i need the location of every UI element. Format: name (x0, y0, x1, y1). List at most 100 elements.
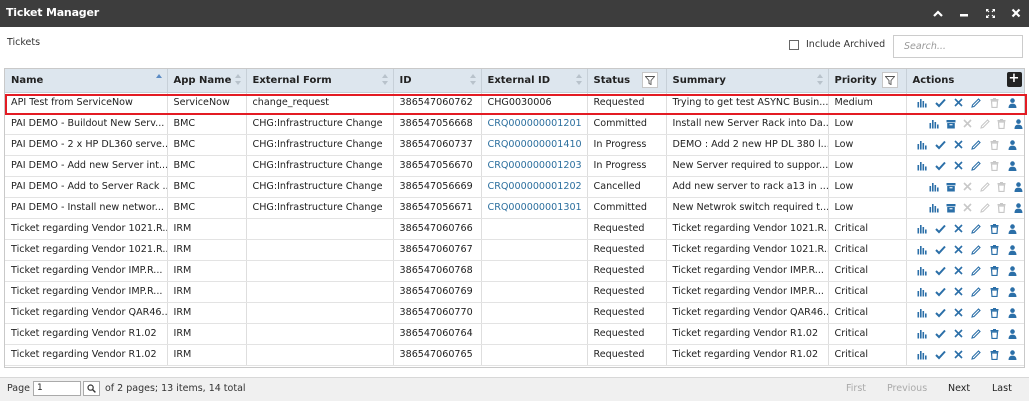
collapse-up-icon[interactable] (931, 6, 945, 20)
reject-icon[interactable] (951, 285, 966, 299)
external-id-link[interactable]: CRQ000000001410 (488, 139, 582, 150)
column-header-summary[interactable]: Summary (666, 69, 829, 93)
check-icon[interactable] (933, 306, 948, 320)
assign-user-icon[interactable] (1012, 201, 1025, 215)
bar-chart-icon[interactable] (915, 306, 930, 320)
assign-user-icon[interactable] (1005, 285, 1020, 299)
table-row[interactable]: PAI DEMO - Buildout New Serv... BMC CHG:In… (5, 113, 1025, 135)
bar-chart-icon[interactable] (915, 138, 930, 152)
include-archived-toggle[interactable]: Include Archived (789, 39, 885, 50)
column-header-external-form[interactable]: External Form (246, 69, 394, 93)
trash-icon[interactable] (987, 327, 1002, 341)
bar-chart-icon[interactable] (915, 243, 930, 257)
table-row[interactable]: PAI DEMO - Add to Server Rack ... BMC CHG:… (5, 176, 1025, 198)
table-row[interactable]: Ticket regarding Vendor IMP.R... IRM 38654… (5, 281, 1024, 303)
minimize-icon[interactable] (957, 6, 971, 20)
reject-icon[interactable] (951, 159, 966, 173)
assign-user-icon[interactable] (1005, 327, 1020, 341)
column-header-app-name[interactable]: App Name (167, 69, 247, 93)
table-row[interactable]: PAI DEMO - Install new networ... BMC CHG:I… (5, 197, 1025, 219)
first-page-link[interactable]: First (846, 383, 866, 394)
next-page-link[interactable]: Next (948, 383, 970, 394)
status-filter-icon[interactable] (641, 72, 658, 88)
assign-user-icon[interactable] (1005, 306, 1020, 320)
bar-chart-icon[interactable] (915, 159, 930, 173)
assign-user-icon[interactable] (1005, 243, 1020, 257)
cell-external-id[interactable]: CRQ000000001203 (481, 155, 588, 177)
bar-chart-icon[interactable] (915, 348, 930, 362)
previous-page-link[interactable]: Previous (887, 383, 927, 394)
archive-icon[interactable] (944, 117, 958, 131)
external-id-link[interactable]: CRQ000000001301 (488, 202, 582, 213)
edit-pencil-icon[interactable] (969, 264, 984, 278)
assign-user-icon[interactable] (1005, 222, 1020, 236)
table-row[interactable]: PAI DEMO - Add new Server int... BMC CHG:I… (5, 155, 1024, 177)
reject-icon[interactable] (951, 264, 966, 278)
edit-pencil-icon[interactable] (969, 327, 984, 341)
edit-pencil-icon[interactable] (969, 243, 984, 257)
check-icon[interactable] (933, 96, 948, 110)
column-header-id[interactable]: ID (393, 69, 482, 93)
cell-external-id[interactable]: CRQ000000001202 (481, 176, 588, 198)
cell-external-id[interactable]: CRQ000000001410 (481, 134, 588, 156)
edit-pencil-icon[interactable] (969, 96, 984, 110)
reject-icon[interactable] (951, 96, 966, 110)
add-ticket-button[interactable]: + (1006, 72, 1022, 87)
trash-icon[interactable] (987, 243, 1002, 257)
check-icon[interactable] (933, 327, 948, 341)
assign-user-icon[interactable] (1005, 96, 1020, 110)
assign-user-icon[interactable] (1005, 138, 1020, 152)
bar-chart-icon[interactable] (915, 222, 930, 236)
external-id-link[interactable]: CRQ000000001202 (488, 181, 582, 192)
bar-chart-icon[interactable] (915, 285, 930, 299)
assign-user-icon[interactable] (1005, 348, 1020, 362)
cell-external-id[interactable]: CRQ000000001201 (481, 113, 588, 135)
close-icon[interactable] (1009, 6, 1023, 20)
table-row[interactable]: Ticket regarding Vendor 1021.R... IRM 3865… (5, 218, 1024, 240)
trash-icon[interactable] (987, 264, 1002, 278)
go-to-page-search-icon[interactable] (83, 381, 100, 396)
column-header-status[interactable]: Status (587, 69, 667, 93)
table-row[interactable]: PAI DEMO - 2 x HP DL360 serve... BMC CHG:I… (5, 134, 1024, 156)
external-id-link[interactable]: CRQ000000001201 (488, 118, 582, 129)
assign-user-icon[interactable] (1005, 264, 1020, 278)
trash-icon[interactable] (987, 222, 1002, 236)
reject-icon[interactable] (951, 222, 966, 236)
table-row[interactable]: Ticket regarding Vendor 1021.R... IRM 3865… (5, 239, 1024, 261)
bar-chart-icon[interactable] (927, 180, 941, 194)
reject-icon[interactable] (951, 306, 966, 320)
expand-icon[interactable] (983, 6, 997, 20)
assign-user-icon[interactable] (1012, 180, 1025, 194)
reject-icon[interactable] (951, 327, 966, 341)
edit-pencil-icon[interactable] (969, 222, 984, 236)
archive-icon[interactable] (944, 201, 958, 215)
assign-user-icon[interactable] (1005, 159, 1020, 173)
column-header-name[interactable]: Name (5, 69, 168, 93)
table-row[interactable]: Ticket regarding Vendor IMP.R... IRM 38654… (5, 260, 1024, 282)
edit-pencil-icon[interactable] (969, 285, 984, 299)
bar-chart-icon[interactable] (927, 117, 941, 131)
archive-icon[interactable] (944, 180, 958, 194)
table-row[interactable]: Ticket regarding Vendor QAR46... IRM 38654… (5, 302, 1024, 324)
bar-chart-icon[interactable] (915, 264, 930, 278)
column-header-priority[interactable]: Priority (828, 69, 907, 93)
reject-icon[interactable] (951, 138, 966, 152)
check-icon[interactable] (933, 285, 948, 299)
check-icon[interactable] (933, 243, 948, 257)
trash-icon[interactable] (987, 285, 1002, 299)
bar-chart-icon[interactable] (927, 201, 941, 215)
check-icon[interactable] (933, 138, 948, 152)
include-archived-checkbox[interactable] (789, 39, 799, 50)
bar-chart-icon[interactable] (915, 96, 930, 110)
last-page-link[interactable]: Last (992, 383, 1012, 394)
reject-icon[interactable] (951, 243, 966, 257)
page-number-input[interactable]: 1 (33, 381, 81, 396)
bar-chart-icon[interactable] (915, 327, 930, 341)
check-icon[interactable] (933, 222, 948, 236)
assign-user-icon[interactable] (1012, 117, 1025, 131)
external-id-link[interactable]: CRQ000000001203 (488, 160, 582, 171)
cell-external-id[interactable]: CRQ000000001301 (481, 197, 588, 219)
check-icon[interactable] (933, 348, 948, 362)
search-input[interactable]: Search... (893, 35, 1023, 58)
column-header-external-id[interactable]: External ID (481, 69, 588, 93)
